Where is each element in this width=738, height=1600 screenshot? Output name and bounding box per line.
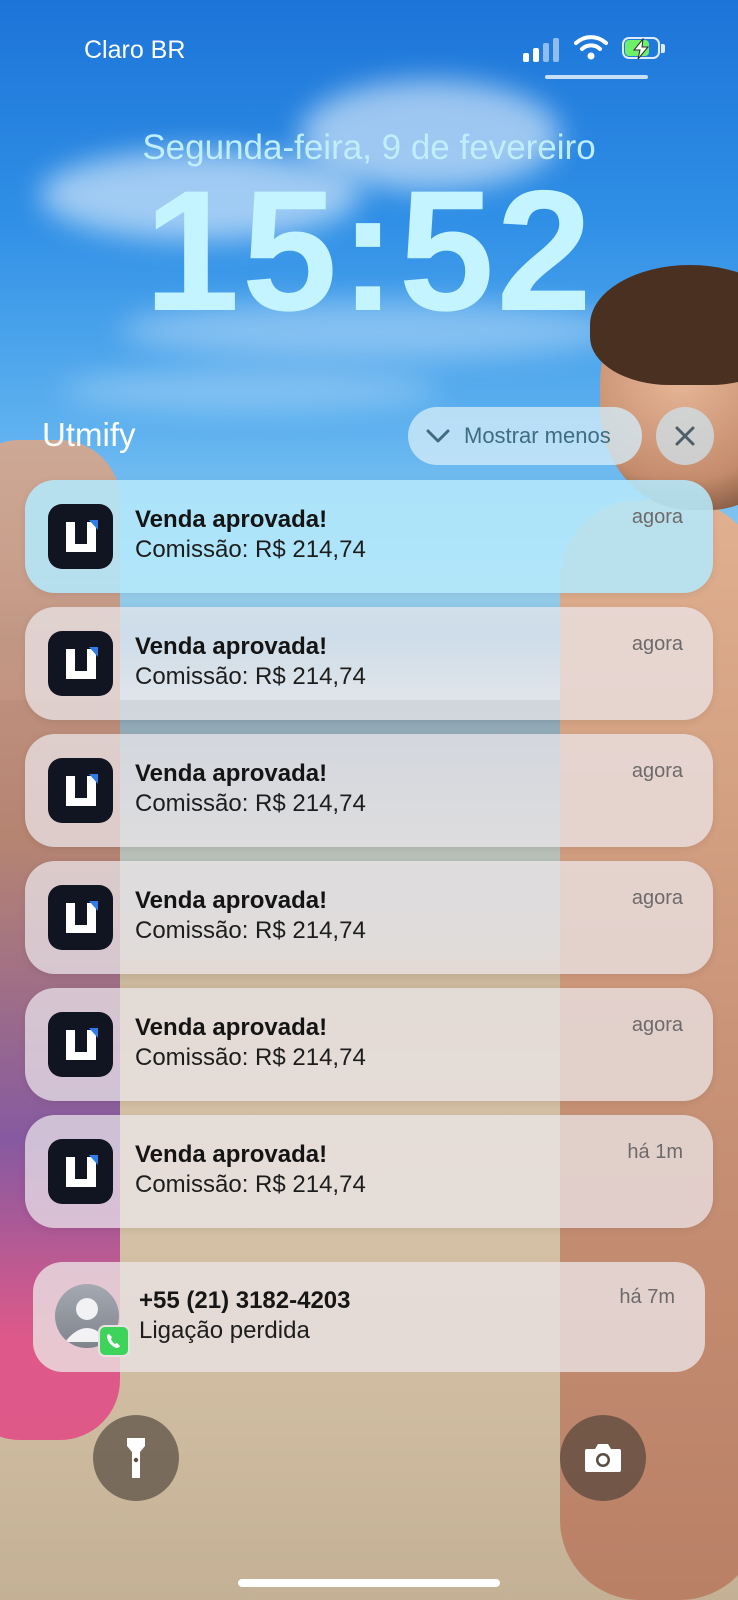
utmify-app-icon: [48, 885, 113, 950]
close-icon: [674, 425, 696, 447]
notification-title: Venda aprovada!: [135, 506, 328, 533]
notification-card[interactable]: Venda aprovada! Comissão: R$ 214,74 agor…: [25, 734, 713, 847]
notification-card[interactable]: Venda aprovada! Comissão: R$ 214,74 agor…: [25, 607, 713, 720]
camera-icon: [583, 1442, 623, 1474]
notification-body: Comissão: R$ 214,74: [135, 790, 366, 817]
missed-call-label: Ligação perdida: [139, 1317, 310, 1344]
utmify-app-icon: [48, 1012, 113, 1077]
status-indicator-line: [545, 75, 648, 79]
show-less-label: Mostrar menos: [464, 423, 611, 448]
notification-time: agora: [631, 506, 683, 528]
notification-time: agora: [631, 633, 683, 655]
clear-group-button[interactable]: [656, 407, 714, 465]
notification-title: Venda aprovada!: [135, 1014, 328, 1041]
utmify-app-icon: [48, 758, 113, 823]
notification-body: Comissão: R$ 214,74: [135, 1171, 366, 1198]
notification-group-title: Utmify: [42, 416, 136, 453]
cellular-signal-icon: [523, 38, 561, 62]
flashlight-button[interactable]: [93, 1415, 179, 1501]
notification-title: Venda aprovada!: [135, 887, 328, 914]
chevron-down-icon: [426, 428, 450, 444]
show-less-button[interactable]: Mostrar menos: [408, 407, 642, 465]
notification-card[interactable]: Venda aprovada! Comissão: R$ 214,74 há 1…: [25, 1115, 713, 1228]
notification-time: agora: [631, 887, 683, 909]
carrier-name: Claro BR: [84, 36, 186, 64]
status-bar: Claro BR: [0, 0, 738, 100]
home-indicator[interactable]: [238, 1579, 500, 1587]
caller-number: +55 (21) 3182-4203: [139, 1287, 351, 1314]
utmify-app-icon: [48, 631, 113, 696]
battery-charging-icon: [622, 37, 666, 61]
notification-title: Venda aprovada!: [135, 1141, 328, 1168]
notification-body: Comissão: R$ 214,74: [135, 663, 366, 690]
notification-body: Comissão: R$ 214,74: [135, 1044, 366, 1071]
flashlight-icon: [125, 1436, 147, 1480]
notification-time: agora: [631, 1014, 683, 1036]
lock-time: 15:52: [144, 155, 594, 347]
notification-time: há 1m: [627, 1141, 683, 1163]
missed-call-notification[interactable]: +55 (21) 3182-4203 Ligação perdida há 7m: [33, 1262, 705, 1372]
notification-body: Comissão: R$ 214,74: [135, 917, 366, 944]
notification-title: Venda aprovada!: [135, 633, 328, 660]
notification-card[interactable]: Venda aprovada! Comissão: R$ 214,74 agor…: [25, 861, 713, 974]
wifi-icon: [574, 34, 608, 65]
notification-card[interactable]: Venda aprovada! Comissão: R$ 214,74 agor…: [25, 988, 713, 1101]
notification-time: agora: [631, 760, 683, 782]
phone-icon: [98, 1325, 130, 1357]
utmify-app-icon: [48, 1139, 113, 1204]
notification-body: Comissão: R$ 214,74: [135, 536, 366, 563]
notification-title: Venda aprovada!: [135, 760, 328, 787]
notification-time: há 7m: [619, 1286, 675, 1308]
utmify-app-icon: [48, 504, 113, 569]
notification-card[interactable]: Venda aprovada! Comissão: R$ 214,74 agor…: [25, 480, 713, 593]
camera-button[interactable]: [560, 1415, 646, 1501]
